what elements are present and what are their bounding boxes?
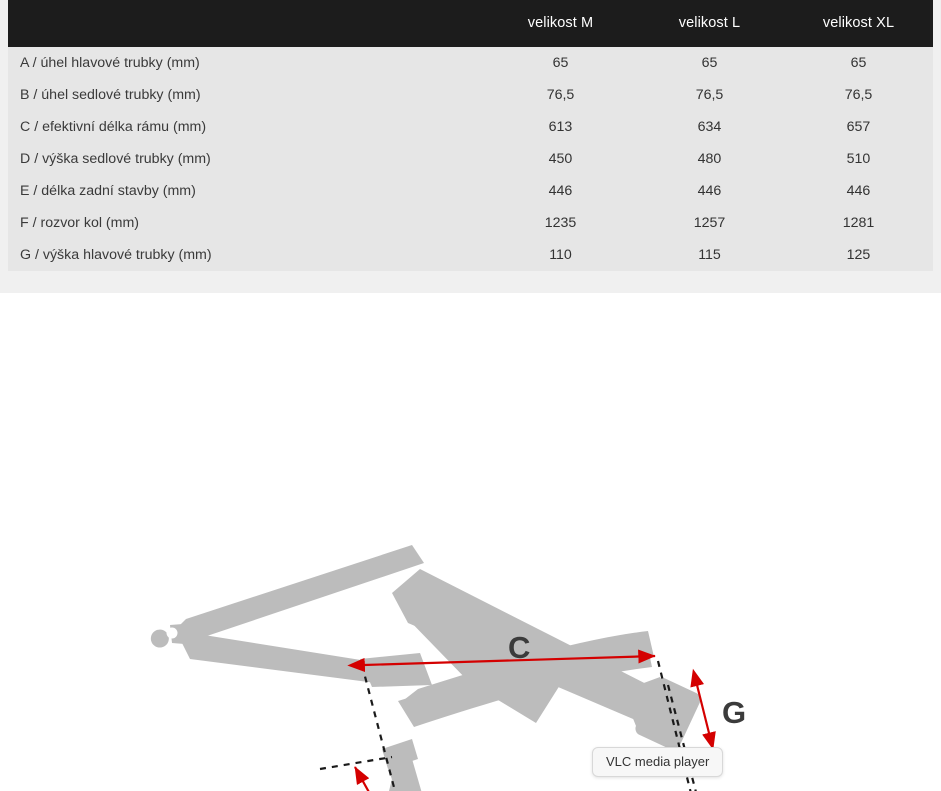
cell-size-xl: 1281: [842, 215, 875, 231]
cell-size-xl: 125: [846, 247, 871, 263]
brand-logo-text: APACHE: [471, 785, 582, 791]
cell-size-xl: 657: [846, 119, 871, 135]
cell-size-l: 1257: [693, 215, 726, 231]
cell-size-xl: 76,5: [844, 87, 873, 103]
cell-size-m: 613: [548, 119, 573, 135]
table-row: C / efektivní délka rámu (mm) 613 634 65…: [8, 111, 933, 143]
cell-size-xl: 65: [850, 55, 867, 71]
vlc-media-player-tooltip: VLC media player: [592, 747, 724, 777]
cell-size-l: 446: [697, 183, 722, 199]
cell-size-l: 65: [701, 55, 718, 71]
geometry-table-section: velikost M velikost L velikost XL A / úh…: [0, 0, 941, 293]
frame-geometry-diagram-section: APACHE: [0, 293, 941, 791]
dimension-arrow-g: [690, 668, 716, 750]
dimension-label-g: G: [722, 695, 746, 730]
row-label: C / efektivní délka rámu (mm): [20, 119, 207, 135]
cell-size-m: 446: [548, 183, 573, 199]
cell-size-m: 1235: [544, 215, 577, 231]
table-row: D / výška sedlové trubky (mm) 450 480 51…: [8, 143, 933, 175]
cell-size-xl: 510: [846, 151, 871, 167]
table-header-row: velikost M velikost L velikost XL: [8, 0, 933, 47]
column-header-size-xl: velikost XL: [822, 15, 895, 31]
cell-size-l: 634: [697, 119, 722, 135]
cell-size-m: 110: [549, 247, 572, 263]
cell-size-l: 115: [698, 247, 721, 263]
cell-size-m: 450: [548, 151, 573, 167]
tooltip-label: VLC media player: [606, 754, 710, 769]
table-row: A / úhel hlavové trubky (mm) 65 65 65: [8, 47, 933, 79]
column-header-size-m: velikost M: [527, 15, 594, 31]
cell-size-m: 65: [552, 55, 569, 71]
row-label: D / výška sedlové trubky (mm): [20, 151, 211, 167]
row-label: B / úhel sedlové trubky (mm): [20, 87, 201, 103]
geometry-table: velikost M velikost L velikost XL A / úh…: [8, 0, 933, 271]
table-head: velikost M velikost L velikost XL: [8, 0, 933, 47]
row-label: G / výška hlavové trubky (mm): [20, 247, 212, 263]
table-row: G / výška hlavové trubky (mm) 110 115 12…: [8, 239, 933, 271]
dimension-label-c: C: [508, 630, 530, 665]
row-label: E / délka zadní stavby (mm): [20, 183, 196, 199]
cell-size-m: 76,5: [546, 87, 575, 103]
row-label: A / úhel hlavové trubky (mm): [20, 55, 200, 71]
table-row: E / délka zadní stavby (mm) 446 446 446: [8, 175, 933, 207]
row-label: F / rozvor kol (mm): [20, 215, 140, 231]
column-header-label: [8, 0, 486, 47]
cell-size-xl: 446: [846, 183, 871, 199]
table-row: B / úhel sedlové trubky (mm) 76,5 76,5 7…: [8, 79, 933, 111]
table-body: A / úhel hlavové trubky (mm) 65 65 65 B …: [8, 47, 933, 271]
table-row: F / rozvor kol (mm) 1235 1257 1281: [8, 207, 933, 239]
column-header-size-l: velikost L: [678, 15, 741, 31]
bike-frame-diagram: APACHE: [150, 545, 746, 791]
cell-size-l: 480: [697, 151, 722, 167]
cell-size-l: 76,5: [695, 87, 724, 103]
